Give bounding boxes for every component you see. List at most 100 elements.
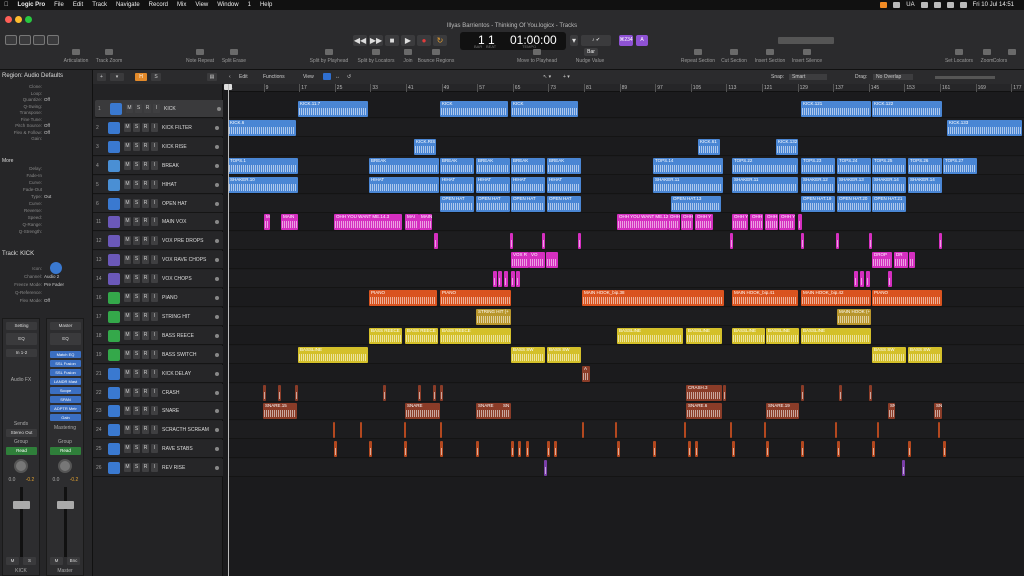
region[interactable]: OPEN HAT — [476, 195, 510, 212]
region[interactable]: BREAK — [511, 157, 545, 174]
region[interactable]: MAIN HOOK_bip.38 — [582, 290, 724, 306]
track-header[interactable]: 24 M S R I SCRACTH SCREAM — [93, 421, 223, 440]
inspector-row[interactable]: Reverse: — [2, 208, 90, 213]
region[interactable]: BASSLINE — [801, 327, 871, 344]
record-enable-button[interactable]: R — [142, 425, 149, 435]
solo-button[interactable]: S — [133, 293, 140, 302]
solo-button[interactable]: S — [133, 349, 140, 359]
solo-button[interactable]: S — [133, 311, 140, 321]
region[interactable]: MAIN HOOK_bip.42 — [801, 290, 871, 306]
region[interactable]: SNARE.19 — [766, 403, 799, 420]
plugin-slot[interactable]: Scope — [50, 387, 81, 394]
region[interactable]: SHAKER.14 — [872, 176, 906, 193]
track-volume-indicator[interactable] — [215, 371, 219, 376]
input-monitor-button[interactable]: I — [151, 141, 158, 151]
region[interactable] — [333, 422, 335, 439]
region[interactable]: TOPS.22 — [732, 157, 798, 174]
mute-button[interactable]: M — [124, 141, 131, 151]
track-volume-indicator[interactable] — [215, 201, 219, 206]
inspector-row[interactable]: Speed: — [2, 215, 90, 220]
region[interactable] — [688, 441, 691, 458]
input-monitor-button[interactable]: I — [151, 406, 158, 416]
region[interactable] — [888, 271, 892, 288]
count-in-badge[interactable]: ⌘234 — [619, 35, 633, 46]
region[interactable]: BASS SW — [872, 346, 906, 363]
region[interactable]: BASS REECE — [369, 327, 402, 344]
inspector-row[interactable]: Fade-In — [2, 173, 90, 178]
track-lane[interactable]: STRING HIT (+ MAIN HOOK (+ — [228, 307, 1024, 326]
region[interactable]: TOPS.14 — [653, 157, 723, 174]
region[interactable]: HIHAT — [369, 176, 439, 193]
mute-button[interactable]: M — [124, 311, 131, 321]
input-monitor-button[interactable]: I — [151, 425, 158, 435]
region[interactable]: KICK — [511, 101, 578, 117]
track-header[interactable]: 11 M S R I MAIN VOX — [93, 213, 223, 232]
record-enable-button[interactable]: R — [142, 255, 149, 265]
menu-edit[interactable]: Edit — [73, 2, 83, 8]
forward-button[interactable]: ▶▶ — [369, 35, 383, 46]
track-lane[interactable]: OPEN HAT OPEN HAT OPEN HAT OPEN HAT OPEN HAT… — [228, 194, 1024, 213]
stop-button[interactable]: ■ — [385, 35, 399, 46]
mute-button[interactable]: M — [124, 406, 131, 416]
plugin-slot[interactable]: Gain — [50, 414, 81, 421]
region[interactable] — [801, 233, 804, 250]
inspector-row[interactable]: Channel: Audio 2 — [2, 274, 90, 279]
record-enable-button[interactable]: R — [142, 179, 149, 189]
solo-button[interactable]: S — [133, 425, 140, 435]
region[interactable] — [860, 271, 864, 288]
region[interactable] — [546, 252, 558, 269]
region[interactable] — [334, 441, 337, 458]
input-monitor-button[interactable]: I — [151, 368, 158, 378]
inspector-row-value[interactable]: Off — [44, 298, 50, 303]
zoom-window-button[interactable] — [25, 16, 32, 23]
inspector-row[interactable]: Q-Swing: — [2, 104, 90, 109]
region[interactable]: BASSLINE — [732, 327, 765, 344]
eq-display[interactable]: EQ — [50, 333, 81, 345]
track-header[interactable]: 23 M S R I SNARE — [93, 402, 223, 421]
track-volume-indicator[interactable] — [215, 220, 219, 225]
mute-button[interactable]: M — [124, 255, 131, 265]
split-playhead-icon[interactable] — [325, 49, 333, 55]
input-monitor-button[interactable]: I — [151, 311, 158, 321]
region[interactable]: OHH — [765, 214, 778, 231]
plugin-slot[interactable]: Match EQ — [50, 351, 81, 358]
solo-button[interactable]: S — [133, 274, 140, 284]
track-volume-indicator[interactable] — [215, 296, 219, 300]
track-header[interactable]: 17 M S R I STRING HIT — [93, 307, 223, 326]
mute-button[interactable]: M — [124, 368, 131, 378]
region[interactable]: BASSLINE — [298, 346, 368, 363]
input-monitor-button[interactable]: I — [151, 274, 158, 284]
solo-button[interactable]: S — [133, 122, 140, 132]
record-enable-button[interactable]: R — [142, 293, 149, 302]
quick-help-button[interactable] — [33, 35, 45, 45]
horizontal-zoom-slider[interactable] — [935, 76, 995, 79]
mute-button[interactable]: M — [124, 198, 131, 208]
track-lane[interactable]: BASSLINE BASS SW BASS SW BASS SW BASS SW — [228, 345, 1024, 364]
region[interactable]: MAIN — [281, 214, 298, 231]
region[interactable]: PIANO — [440, 290, 511, 306]
region[interactable]: OHH — [750, 214, 763, 231]
region[interactable] — [504, 271, 508, 288]
region[interactable] — [939, 233, 942, 250]
region[interactable] — [943, 441, 946, 458]
lcd-dropdown-icon[interactable]: ▾ — [570, 35, 578, 46]
region[interactable] — [854, 271, 858, 288]
track-lane[interactable]: KICK.RIS KICK.61 KICK.132 — [228, 137, 1024, 156]
playhead[interactable] — [228, 84, 229, 576]
global-tracks-button[interactable]: ▤ — [207, 73, 217, 81]
region[interactable]: KICK.RIS — [414, 138, 436, 155]
region[interactable] — [872, 441, 875, 458]
region[interactable]: BASSLINE — [686, 327, 722, 344]
inspector-row[interactable]: Fade-Out — [2, 187, 90, 192]
zoom-icon[interactable] — [983, 49, 991, 55]
flex-icon[interactable]: ↔ — [335, 74, 340, 80]
track-volume-indicator[interactable] — [215, 428, 219, 433]
region[interactable] — [476, 441, 479, 458]
inspector-row[interactable]: Delay: — [2, 166, 90, 171]
mute-button[interactable]: M — [124, 387, 131, 397]
track-header[interactable]: 4 M S R I BREAK — [93, 156, 223, 175]
inspector-row[interactable]: Freeze Mode: Pre Fader — [2, 282, 90, 287]
track-volume-indicator[interactable] — [215, 144, 219, 149]
input-monitor-button[interactable]: I — [151, 255, 158, 265]
eq-display[interactable]: EQ — [6, 333, 37, 345]
